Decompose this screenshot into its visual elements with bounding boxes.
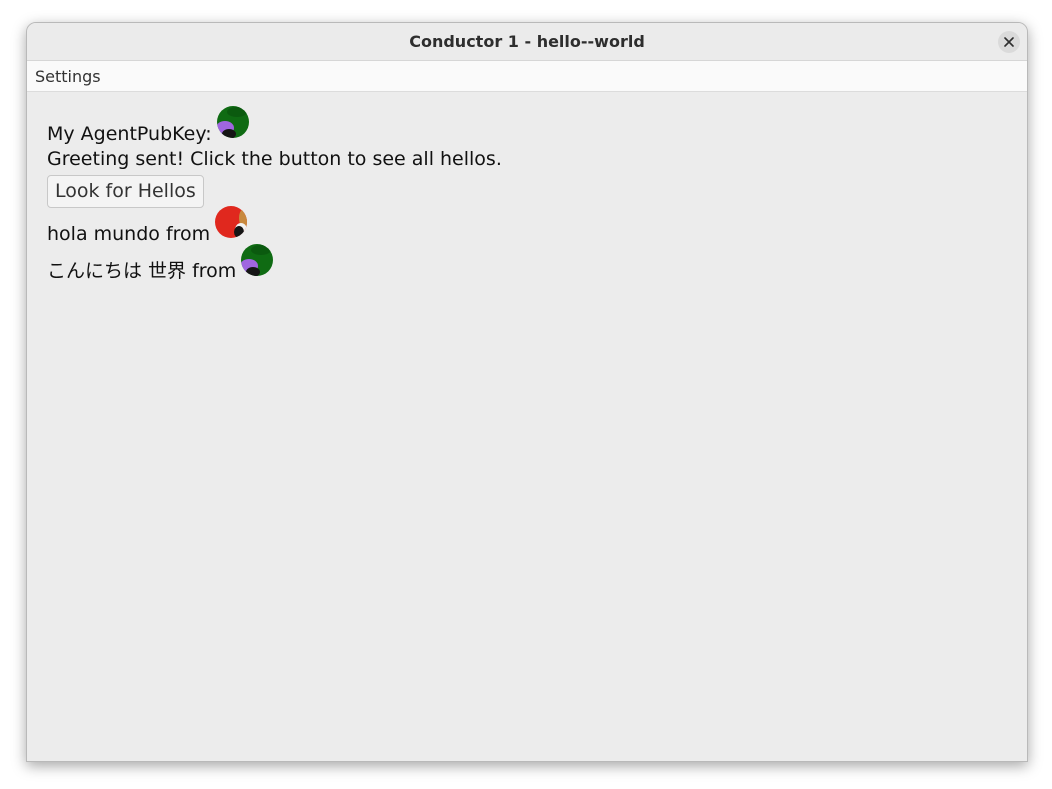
greeting-status-row: Greeting sent! Click the button to see a… xyxy=(47,144,1027,170)
hello-list-item: hola mundo from xyxy=(47,206,1027,246)
agent-key-row: My AgentPubKey: xyxy=(47,106,1027,146)
settings-menu[interactable]: Settings xyxy=(27,67,101,86)
sender-identicon-red-icon xyxy=(215,206,248,238)
close-icon xyxy=(1004,37,1014,47)
greeting-status-text: Greeting sent! Click the button to see a… xyxy=(47,148,502,170)
close-button[interactable] xyxy=(998,31,1020,53)
agent-key-label: My AgentPubKey: xyxy=(47,123,212,145)
hello-text: こんにちは 世界 from xyxy=(47,260,237,282)
hello-text: hola mundo from xyxy=(47,223,211,245)
button-row: Look for Hellos xyxy=(47,174,1027,208)
title-bar[interactable]: Conductor 1 - hello--world xyxy=(27,23,1027,61)
sender-identicon-green-icon xyxy=(241,244,274,276)
main-content: My AgentPubKey: Greeting sent! Click the… xyxy=(27,92,1027,284)
look-for-hellos-button[interactable]: Look for Hellos xyxy=(47,174,204,208)
hello-list-item: こんにちは 世界 from xyxy=(47,244,1027,284)
app-window: Conductor 1 - hello--world Settings My A… xyxy=(26,22,1028,762)
menu-bar: Settings xyxy=(27,61,1027,92)
window-title: Conductor 1 - hello--world xyxy=(409,32,645,51)
agent-identicon-icon xyxy=(216,106,249,138)
